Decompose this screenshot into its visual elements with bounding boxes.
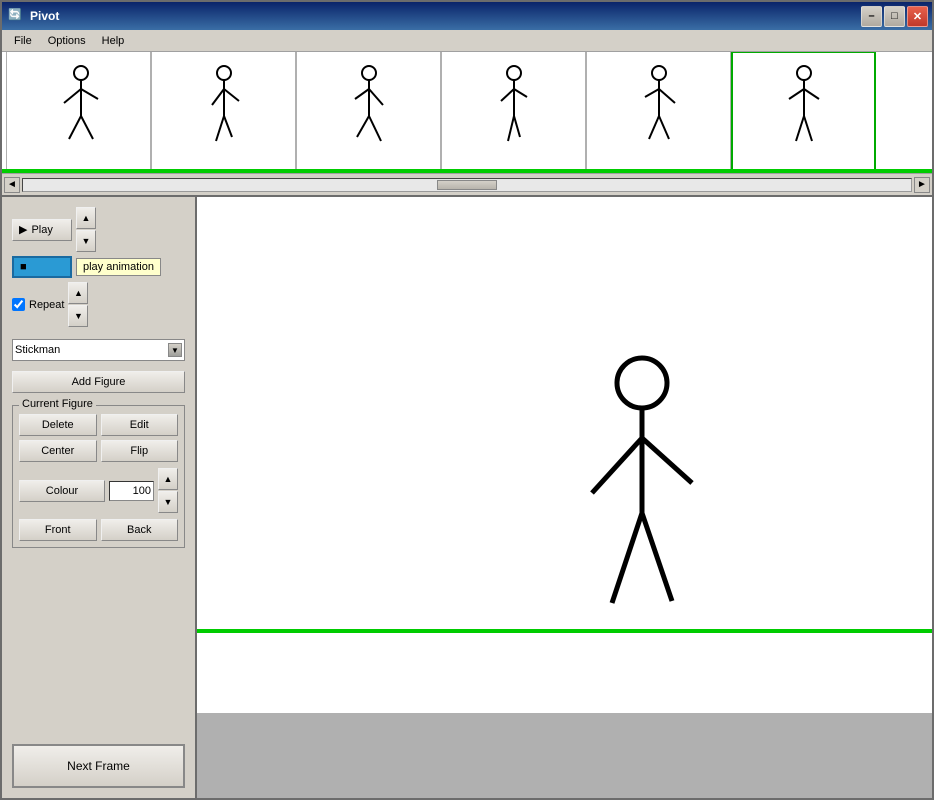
next-frame-button[interactable]: Next Frame bbox=[12, 744, 185, 788]
repeat-spinner: ▲ ▼ bbox=[68, 282, 88, 327]
timeline-frame-5[interactable] bbox=[586, 52, 731, 169]
center-button[interactable]: Center bbox=[19, 440, 97, 462]
timeline-frames bbox=[2, 52, 932, 169]
menu-file[interactable]: File bbox=[6, 33, 40, 49]
figure-button-grid: Delete Edit Center Flip bbox=[19, 414, 178, 462]
scroll-thumb[interactable] bbox=[437, 180, 497, 190]
front-back-grid: Front Back bbox=[19, 519, 178, 541]
timeline-frame-1[interactable] bbox=[6, 52, 151, 169]
figure-dropdown[interactable]: Stickman ▼ bbox=[12, 339, 185, 361]
figure-selector: Stickman ▼ bbox=[12, 339, 185, 361]
content-area: ▶ Play ▲ ▼ ■ play animation bbox=[2, 197, 932, 798]
colour-button[interactable]: Colour bbox=[19, 480, 105, 502]
scroll-left-button[interactable]: ◄ bbox=[4, 177, 20, 193]
scroll-right-button[interactable]: ► bbox=[914, 177, 930, 193]
stop-icon: ■ bbox=[20, 261, 27, 273]
colour-spinner: ▲ ▼ bbox=[158, 468, 178, 513]
maximize-button[interactable]: □ bbox=[884, 6, 905, 27]
back-button[interactable]: Back bbox=[101, 519, 179, 541]
app-window: 🔄 Pivot – □ ✕ File Options Help bbox=[0, 0, 934, 800]
colour-input[interactable]: 100 bbox=[109, 481, 154, 501]
figure-dropdown-arrow: ▼ bbox=[168, 343, 182, 357]
repeat-label: Repeat bbox=[29, 299, 64, 311]
repeat-row: Repeat ▲ ▼ bbox=[12, 282, 185, 327]
timeline-area: ◄ ► bbox=[2, 52, 932, 197]
stop-button[interactable]: ■ bbox=[12, 256, 72, 278]
app-icon: 🔄 bbox=[8, 8, 24, 24]
canvas-area bbox=[197, 197, 932, 798]
timeline-scrollbar: ◄ ► bbox=[2, 173, 932, 195]
playback-row-1: ▶ Play ▲ ▼ bbox=[12, 207, 185, 252]
current-figure-label: Current Figure bbox=[19, 398, 96, 410]
play-spin-down[interactable]: ▼ bbox=[76, 230, 96, 252]
canvas-grey-area bbox=[197, 713, 932, 798]
figure-dropdown-value: Stickman bbox=[15, 344, 60, 356]
title-bar: 🔄 Pivot – □ ✕ bbox=[2, 2, 932, 30]
play-icon: ▶ bbox=[19, 223, 27, 236]
repeat-checkbox[interactable] bbox=[12, 298, 25, 311]
repeat-spin-down[interactable]: ▼ bbox=[68, 305, 88, 327]
flip-button[interactable]: Flip bbox=[101, 440, 179, 462]
minimize-button[interactable]: – bbox=[861, 6, 882, 27]
repeat-spin-up[interactable]: ▲ bbox=[68, 282, 88, 304]
title-bar-buttons: – □ ✕ bbox=[861, 6, 928, 27]
edit-button[interactable]: Edit bbox=[101, 414, 179, 436]
timeline-frame-6[interactable] bbox=[731, 52, 876, 169]
front-button[interactable]: Front bbox=[19, 519, 97, 541]
play-spinner: ▲ ▼ bbox=[76, 207, 96, 252]
title-bar-left: 🔄 Pivot bbox=[8, 8, 59, 24]
menu-help[interactable]: Help bbox=[94, 33, 133, 49]
timeline-frame-3[interactable] bbox=[296, 52, 441, 169]
canvas-ground-line bbox=[197, 629, 932, 633]
menu-bar: File Options Help bbox=[2, 30, 932, 52]
timeline-frame-2[interactable] bbox=[151, 52, 296, 169]
delete-button[interactable]: Delete bbox=[19, 414, 97, 436]
canvas-white[interactable] bbox=[197, 197, 932, 713]
app-title: Pivot bbox=[30, 9, 59, 23]
menu-options[interactable]: Options bbox=[40, 33, 94, 49]
close-button[interactable]: ✕ bbox=[907, 6, 928, 27]
play-button[interactable]: ▶ Play bbox=[12, 219, 72, 241]
timeline-frame-4[interactable] bbox=[441, 52, 586, 169]
colour-row: Colour 100 ▲ ▼ bbox=[19, 468, 178, 513]
playback-section: ▶ Play ▲ ▼ ■ play animation bbox=[12, 207, 185, 327]
add-figure-button[interactable]: Add Figure bbox=[12, 371, 185, 393]
playback-row-2: ■ play animation bbox=[12, 256, 185, 278]
left-panel: ▶ Play ▲ ▼ ■ play animation bbox=[2, 197, 197, 798]
tooltip-play-animation: play animation bbox=[76, 258, 161, 276]
colour-spin-up[interactable]: ▲ bbox=[158, 468, 178, 490]
current-figure-group: Current Figure Delete Edit Center Flip C… bbox=[12, 405, 185, 548]
scroll-track[interactable] bbox=[22, 178, 912, 192]
colour-spin-down[interactable]: ▼ bbox=[158, 491, 178, 513]
play-spin-up[interactable]: ▲ bbox=[76, 207, 96, 229]
main-stickman bbox=[572, 353, 712, 633]
